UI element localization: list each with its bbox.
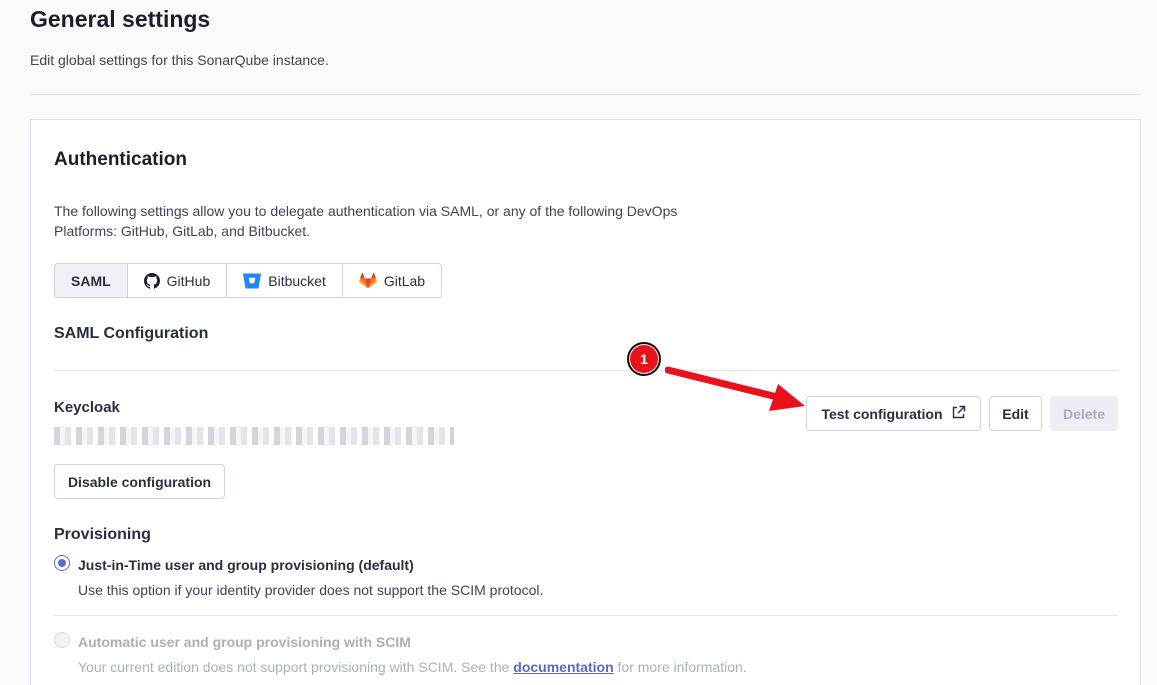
page-description: Edit global settings for this SonarQube … — [30, 52, 329, 68]
option-divider — [54, 615, 1118, 616]
bitbucket-icon — [243, 273, 262, 289]
tab-label: GitHub — [166, 272, 211, 289]
tab-label: GitLab — [383, 272, 426, 289]
scim-provisioning-label[interactable]: Automatic user and group provisioning wi… — [78, 634, 411, 650]
annotation-arrow-icon — [665, 366, 805, 411]
saml-configuration-title: SAML Configuration — [54, 325, 209, 342]
annotation-number-badge: 1 — [627, 342, 661, 376]
gitlab-icon — [358, 272, 377, 289]
scim-description-suffix: for more information. — [613, 659, 747, 675]
redacted-config-url — [54, 427, 454, 445]
authentication-card: Authentication The following settings al… — [30, 119, 1141, 685]
external-link-icon — [951, 405, 966, 423]
edit-button[interactable]: Edit — [989, 396, 1042, 431]
section-divider — [54, 370, 1118, 371]
scim-provisioning-description: Your current edition does not support pr… — [78, 659, 747, 675]
disable-configuration-button[interactable]: Disable configuration — [54, 464, 225, 499]
test-configuration-label: Test configuration — [821, 405, 943, 422]
authentication-description: The following settings allow you to dele… — [54, 203, 678, 239]
scim-provisioning-radio[interactable] — [54, 632, 70, 648]
jit-provisioning-radio[interactable] — [54, 555, 70, 571]
tab-gitlab[interactable]: GitLab — [342, 264, 442, 297]
page-divider — [30, 94, 1141, 95]
tab-github[interactable]: GitHub — [127, 264, 228, 297]
scim-description-prefix: Your current edition does not support pr… — [78, 659, 514, 675]
github-icon — [143, 272, 160, 289]
tab-label: Bitbucket — [268, 272, 326, 289]
authentication-title: Authentication — [54, 149, 187, 170]
test-configuration-button[interactable]: Test configuration — [806, 396, 981, 431]
jit-provisioning-label[interactable]: Just-in-Time user and group provisioning… — [78, 557, 414, 573]
documentation-link[interactable]: documentation — [513, 659, 613, 675]
tab-label: SAML — [71, 272, 111, 289]
config-name: Keycloak — [54, 399, 120, 416]
page-title: General settings — [30, 6, 211, 32]
provisioning-title: Provisioning — [54, 526, 151, 543]
jit-provisioning-description: Use this option if your identity provide… — [78, 582, 544, 598]
tab-bitbucket[interactable]: Bitbucket — [227, 264, 343, 297]
auth-provider-tabs: SAML GitHub Bitbucket GitLab — [54, 263, 443, 298]
tab-saml[interactable]: SAML — [55, 264, 128, 297]
delete-button[interactable]: Delete — [1050, 396, 1118, 431]
